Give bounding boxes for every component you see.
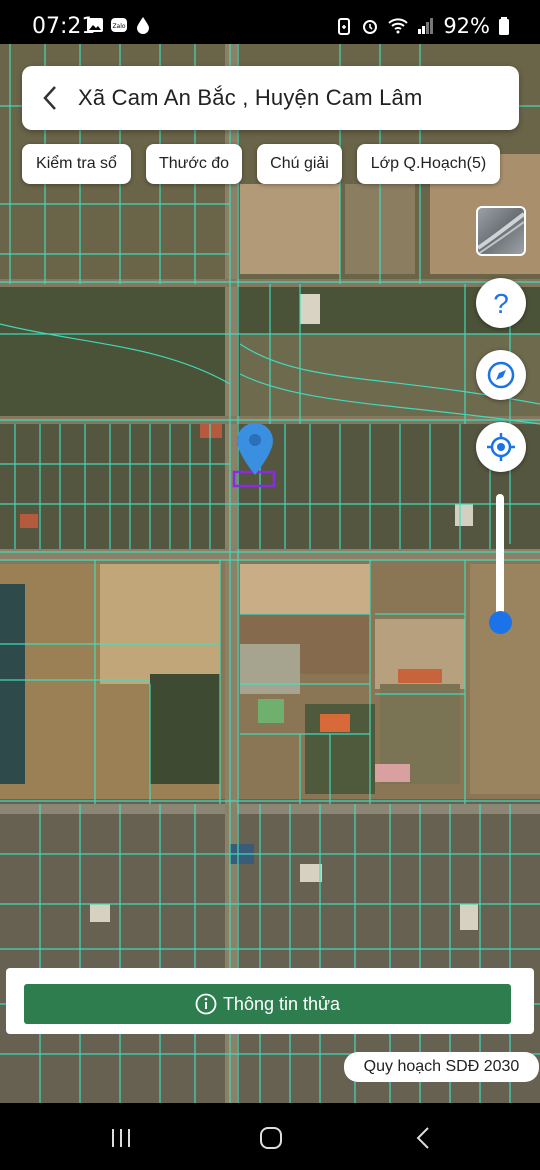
planning-layer-button[interactable]: Lớp Q.Hoạch(5) (357, 144, 500, 184)
system-icons: 92% (335, 14, 510, 38)
home-icon (260, 1127, 282, 1149)
battery-icon (499, 17, 509, 35)
recent-apps-icon (112, 1129, 130, 1147)
locate-button[interactable] (476, 422, 526, 472)
satellite-map[interactable] (0, 44, 540, 1103)
opacity-slider[interactable] (496, 494, 504, 624)
location-title: Xã Cam An Bắc , Huyện Cam Lâm (78, 85, 423, 110)
opacity-slider-knob[interactable] (489, 611, 512, 634)
parcel-info-label: Thông tin thửa (222, 993, 341, 1014)
svg-text:Zalo: Zalo (112, 23, 125, 30)
location-header: Xã Cam An Bắc , Huyện Cam Lâm (22, 66, 519, 130)
recent-apps-button[interactable] (101, 1123, 141, 1153)
parcel-info-panel: Thông tin thửa (6, 968, 534, 1034)
check-book-button[interactable]: Kiểm tra sổ (22, 144, 131, 184)
info-icon (195, 993, 217, 1015)
compass-button[interactable] (476, 350, 526, 400)
planning-badge[interactable]: Quy hoạch SDĐ 2030 (344, 1052, 539, 1082)
map-view[interactable] (0, 44, 540, 1103)
system-nav-bar (0, 1103, 540, 1170)
map-layer-switcher[interactable] (476, 206, 526, 256)
location-marker-icon[interactable] (237, 423, 273, 475)
back-nav-icon (416, 1127, 429, 1149)
svg-text:?: ? (493, 288, 509, 318)
image-icon (87, 18, 103, 32)
drop-icon (137, 17, 149, 34)
parcel-info-button[interactable]: Thông tin thửa (24, 984, 511, 1024)
chevron-left-icon (43, 86, 56, 110)
zalo-icon: Zalo (111, 18, 127, 32)
notification-icons: Zalo (86, 16, 152, 34)
help-button[interactable]: ? (476, 278, 526, 328)
locate-icon (487, 433, 515, 461)
wifi-icon (388, 18, 409, 34)
question-icon: ? (493, 288, 509, 318)
battery-percent: 92% (443, 14, 490, 38)
home-button[interactable] (251, 1123, 291, 1153)
compass-icon (487, 361, 515, 389)
legend-button[interactable]: Chú giải (257, 144, 342, 184)
battery-saver-icon (338, 18, 351, 35)
signal-icon (418, 18, 434, 34)
satellite-layer-icon (478, 212, 524, 254)
alarm-icon (363, 20, 378, 34)
back-nav-button[interactable] (403, 1123, 443, 1153)
measure-button[interactable]: Thước đo (146, 144, 242, 184)
back-button[interactable] (22, 66, 78, 130)
